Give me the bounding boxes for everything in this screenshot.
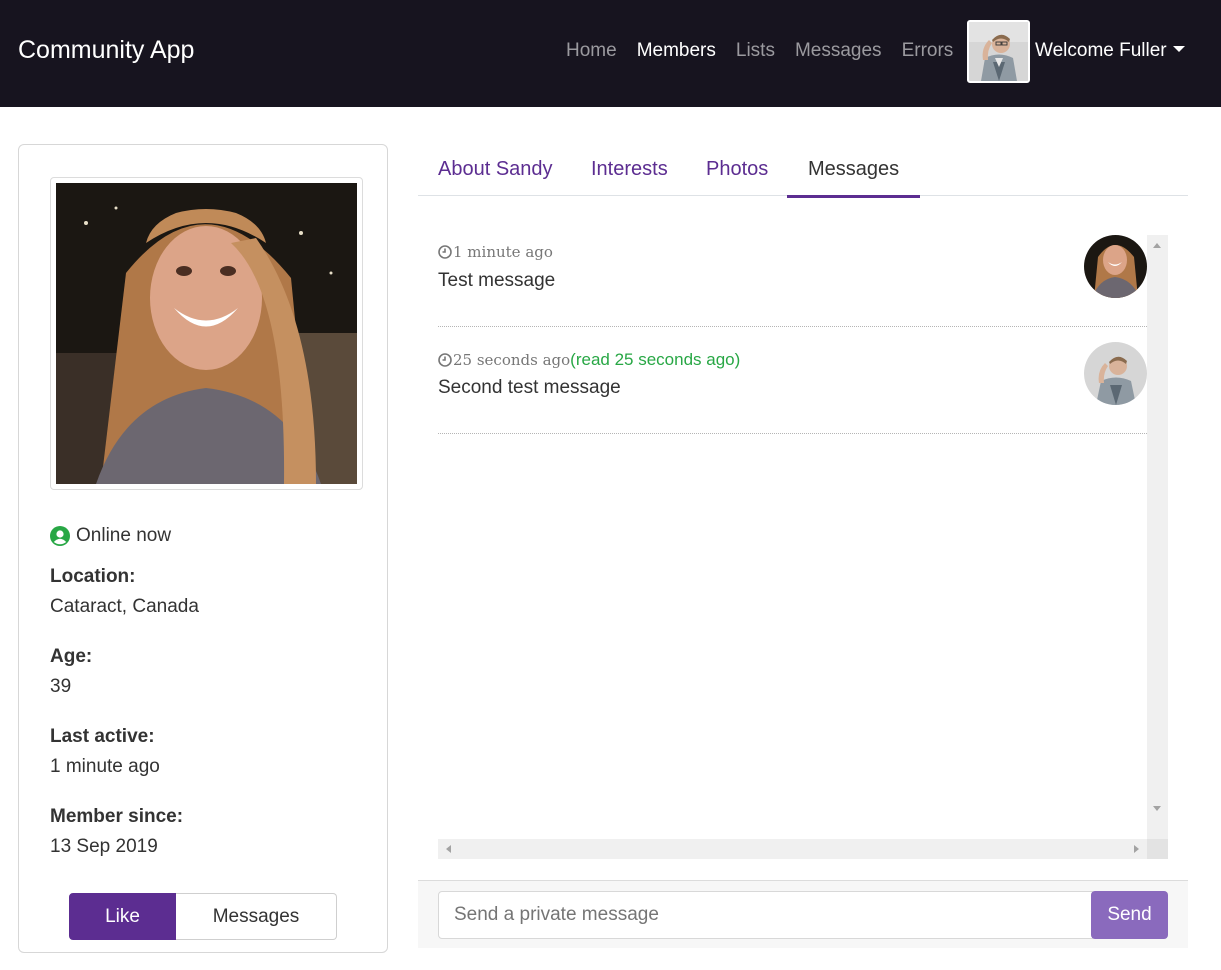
age-label: Age: [50,646,93,667]
caret-down-icon [1172,46,1185,52]
message-meta: 25 seconds ago (read 25 seconds ago) [438,350,740,370]
vertical-scrollbar[interactable] [1147,235,1168,839]
sender-avatar [1084,235,1147,298]
location-info: Location: Cataract, Canada [50,565,370,619]
scrollbar-corner [1147,839,1168,859]
like-button[interactable]: Like [69,893,176,940]
nav-links: Home Members Lists Messages Errors [556,40,963,66]
profile-photo [50,177,363,490]
message-read-status: (read 25 seconds ago) [570,350,741,369]
clock-icon [438,245,452,259]
location-value: Cataract, Canada [50,596,199,617]
horizontal-scrollbar[interactable] [438,839,1147,859]
message-time: 25 seconds ago [453,351,571,369]
message-item: 1 minute ago Test message [438,235,1147,327]
age-info: Age: 39 [50,645,370,699]
tab-photos[interactable]: Photos [706,145,768,198]
message-composer: Send [418,880,1188,948]
nav-link-lists[interactable]: Lists [736,40,775,66]
scroll-right-icon[interactable] [1134,845,1139,853]
user-menu-toggle[interactable]: Welcome Fuller [1035,40,1185,62]
tab-interests[interactable]: Interests [591,145,668,198]
message-input[interactable] [438,891,1093,939]
scroll-left-icon[interactable] [446,845,451,853]
sender-avatar [1084,342,1147,405]
nav-link-errors[interactable]: Errors [902,40,954,66]
last-active-label: Last active: [50,726,155,747]
profile-tabs: About Sandy Interests Photos Messages [418,145,1188,198]
message-meta: 1 minute ago [438,243,553,261]
age-value: 39 [50,676,72,697]
nav-link-home[interactable]: Home [566,40,617,66]
messages-button[interactable]: Messages [176,893,337,940]
online-status-text: Online now [76,525,172,546]
last-active-value: 1 minute ago [50,756,160,777]
member-since-value: 13 Sep 2019 [50,836,158,857]
location-label: Location: [50,566,136,587]
tab-about[interactable]: About Sandy [438,145,553,198]
nav-link-members[interactable]: Members [637,40,716,66]
brand-link[interactable]: Community App [18,36,194,65]
message-text: Test message [438,270,556,291]
tab-messages[interactable]: Messages [787,145,921,198]
nav-link-messages[interactable]: Messages [795,40,882,66]
message-text: Second test message [438,377,621,398]
top-navbar: Community App Home Members Lists Message… [0,0,1221,107]
scroll-up-icon[interactable] [1153,243,1161,248]
welcome-text: Welcome Fuller [1035,40,1167,61]
scroll-down-icon[interactable] [1153,806,1161,811]
clock-icon [438,353,452,367]
member-since-info: Member since: 13 Sep 2019 [50,805,370,859]
profile-photo-image [56,183,357,484]
online-status: Online now [50,525,171,547]
profile-card: Online now Location: Cataract, Canada Ag… [18,144,388,953]
user-circle-icon [50,526,70,546]
send-button[interactable]: Send [1091,891,1168,939]
last-active-info: Last active: 1 minute ago [50,725,370,779]
message-item: 25 seconds ago (read 25 seconds ago) Sec… [438,342,1147,434]
user-avatar[interactable] [967,20,1030,83]
profile-actions: Like Messages [69,893,337,940]
message-time: 1 minute ago [453,243,553,261]
member-since-label: Member since: [50,806,184,827]
message-thread: 1 minute ago Test message 25 seconds ago… [438,235,1168,859]
